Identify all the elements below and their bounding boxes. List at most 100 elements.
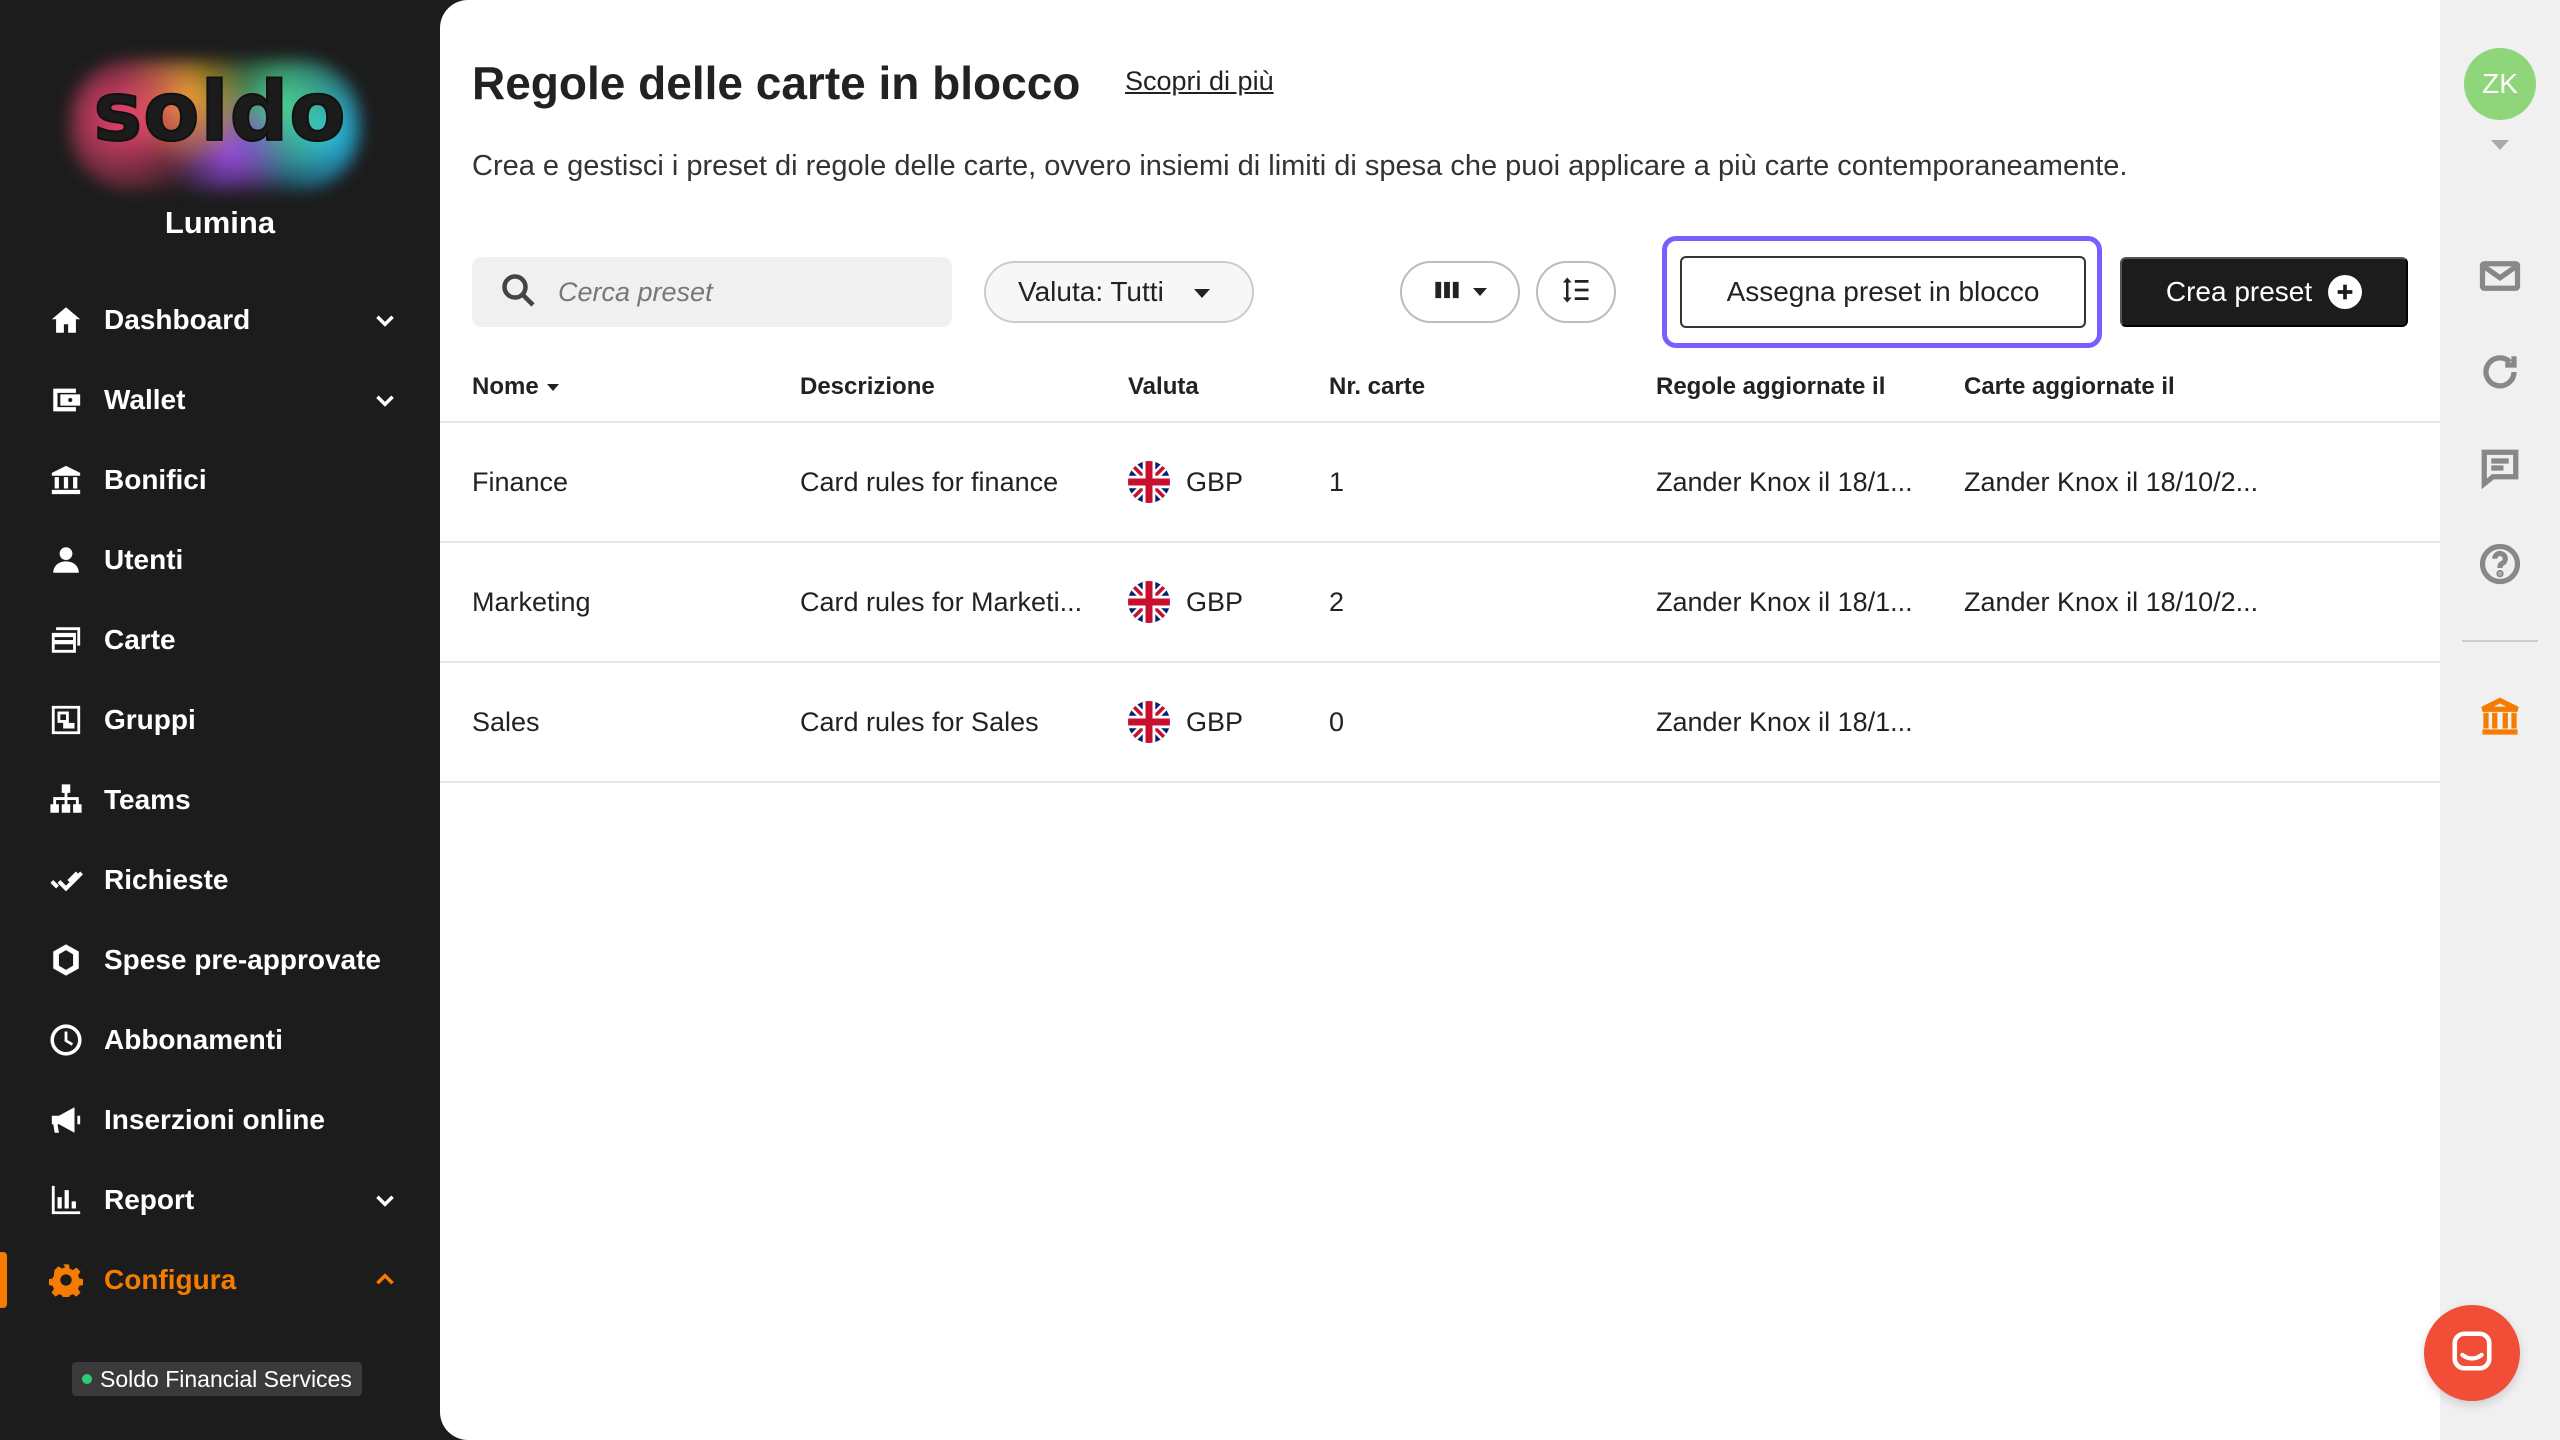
column-header-card-count[interactable]: Nr. carte (1329, 373, 1425, 401)
logo-text: soldo (92, 64, 347, 161)
right-rail: ZK (2440, 0, 2560, 1440)
rail-divider (2462, 640, 2538, 642)
cell-name: Marketing (472, 587, 591, 617)
nav-item-carte[interactable]: Carte (0, 600, 440, 680)
company-name: Soldo Financial Services (100, 1365, 352, 1392)
sort-icon (1561, 275, 1591, 310)
nav-item-gruppi[interactable]: Gruppi (0, 680, 440, 760)
cell-card-count: 2 (1329, 587, 1345, 617)
table-row[interactable]: Finance Card rules for finance GBP 1 Zan… (440, 423, 2440, 543)
cell-rules-updated: Zander Knox il 18/1... (1656, 587, 1913, 617)
nav-label: Abbonamenti (104, 1024, 283, 1055)
user-icon (48, 542, 84, 578)
main-content: Regole delle carte in blocco Scopri di p… (440, 0, 2499, 1440)
mail-icon[interactable] (2478, 254, 2522, 298)
cell-description: Card rules for finance (800, 467, 1059, 497)
nav-label: Teams (104, 784, 191, 815)
currency-filter-dropdown[interactable]: Valuta: Tutti (984, 261, 1254, 323)
nav-item-utenti[interactable]: Utenti (0, 520, 440, 600)
refresh-icon[interactable] (2478, 350, 2522, 394)
plus-circle-icon (2328, 275, 2363, 309)
wallet-icon (48, 382, 84, 418)
cell-rules-updated: Zander Knox il 18/1... (1656, 707, 1913, 737)
create-preset-button[interactable]: Crea preset (2120, 257, 2408, 327)
bar-chart-icon (48, 1182, 84, 1218)
nav-item-spese-pre-approvate[interactable]: Spese pre-approvate (0, 920, 440, 1000)
nav-label: Carte (104, 624, 176, 655)
nav-label: Report (104, 1184, 195, 1215)
search-box[interactable] (472, 257, 952, 327)
cell-description: Card rules for Marketi... (800, 587, 1083, 617)
cell-name: Finance (472, 467, 569, 497)
nav-item-report[interactable]: Report (0, 1160, 440, 1240)
chevron-down-icon (372, 387, 398, 413)
sort-button[interactable] (1536, 261, 1616, 323)
nav-item-richieste[interactable]: Richieste (0, 840, 440, 920)
chevron-up-icon (372, 1267, 398, 1293)
nav-item-inserzioni-online[interactable]: Inserzioni online (0, 1080, 440, 1160)
nav-label: Spese pre-approvate (104, 944, 381, 975)
uk-flag-icon (1128, 581, 1170, 623)
double-check-icon (48, 862, 84, 898)
search-icon (500, 272, 536, 313)
cell-currency: GBP (1186, 587, 1244, 617)
column-header-currency[interactable]: Valuta (1128, 373, 1199, 401)
table-row[interactable]: Sales Card rules for Sales GBP 0 Zander … (440, 663, 2440, 783)
column-header-description[interactable]: Descrizione (800, 373, 935, 401)
cell-cards-updated: Zander Knox il 18/10/2... (1964, 587, 2259, 617)
shield-icon (48, 942, 84, 978)
card-icon (48, 622, 84, 658)
nav-label: Dashboard (104, 304, 251, 335)
nav-label: Bonifici (104, 464, 207, 495)
gear-icon (48, 1262, 84, 1298)
sort-caret-icon (546, 384, 559, 392)
columns-icon (1433, 276, 1461, 309)
assign-preset-bulk-button[interactable]: Assegna preset in blocco (1680, 256, 2086, 328)
cell-currency: GBP (1186, 707, 1244, 737)
presets-table: Nome Descrizione Valuta Nr. carte Regole… (440, 355, 2440, 783)
chevron-down-icon (372, 1187, 398, 1213)
nav-label: Utenti (104, 544, 184, 575)
nav-item-configura[interactable]: Configura (0, 1240, 440, 1320)
sidebar: soldo Lumina Dashboard Wallet Bonifici U… (0, 0, 440, 1440)
nav-label: Wallet (104, 384, 186, 415)
nav-item-bonifici[interactable]: Bonifici (0, 440, 440, 520)
nav-label: Configura (104, 1264, 237, 1295)
column-header-rules-updated[interactable]: Regole aggiornate il (1656, 373, 1885, 401)
cell-card-count: 1 (1329, 467, 1345, 497)
nav-label: Richieste (104, 864, 229, 895)
uk-flag-icon (1128, 461, 1170, 503)
nav-item-wallet[interactable]: Wallet (0, 360, 440, 440)
chevron-down-icon (372, 307, 398, 333)
caret-down-icon (1473, 288, 1487, 296)
clock-icon (48, 1022, 84, 1058)
nav-item-abbonamenti[interactable]: Abbonamenti (0, 1000, 440, 1080)
chat-support-button[interactable] (2424, 1305, 2520, 1401)
columns-menu-button[interactable] (1400, 261, 1520, 323)
table-row[interactable]: Marketing Card rules for Marketi... GBP … (440, 543, 2440, 663)
soldo-logo[interactable]: soldo (0, 40, 440, 200)
column-header-cards-updated[interactable]: Carte aggiornate il (1964, 373, 2175, 401)
company-badge: Soldo Financial Services (72, 1362, 362, 1396)
caret-down-icon (1194, 289, 1210, 298)
learn-more-link[interactable]: Scopri di più (1125, 66, 1274, 97)
main-nav: Dashboard Wallet Bonifici Utenti Carte G… (0, 280, 440, 1320)
cell-name: Sales (472, 707, 540, 737)
nav-label: Inserzioni online (104, 1104, 325, 1135)
bank-icon[interactable] (2478, 696, 2522, 740)
create-preset-label: Crea preset (2165, 276, 2313, 307)
search-input[interactable] (558, 276, 938, 308)
caret-down-icon[interactable] (2491, 140, 2509, 150)
cell-description: Card rules for Sales (800, 707, 1039, 737)
help-icon[interactable] (2478, 542, 2522, 586)
message-icon[interactable] (2478, 446, 2522, 490)
nav-item-dashboard[interactable]: Dashboard (0, 280, 440, 360)
chat-icon (2449, 1328, 2495, 1379)
avatar[interactable]: ZK (2464, 48, 2536, 120)
table-header: Nome Descrizione Valuta Nr. carte Regole… (440, 355, 2440, 423)
bank-transfer-icon (48, 462, 84, 498)
column-header-name[interactable]: Nome (472, 373, 559, 401)
status-dot (82, 1374, 92, 1384)
nav-item-teams[interactable]: Teams (0, 760, 440, 840)
cell-cards-updated: Zander Knox il 18/10/2... (1964, 467, 2259, 497)
